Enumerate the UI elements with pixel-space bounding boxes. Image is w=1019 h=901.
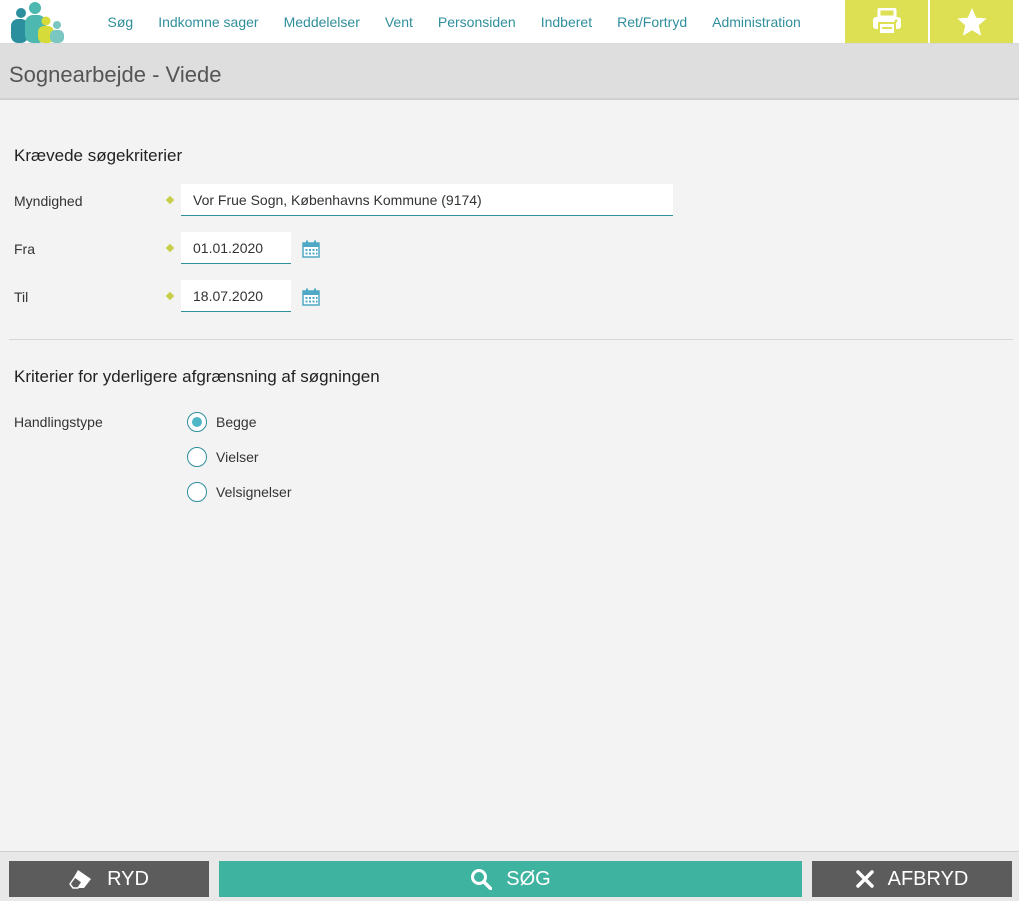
search-button[interactable]: SØG xyxy=(219,861,802,897)
nav-item-messages[interactable]: Meddelelser xyxy=(284,14,360,30)
top-navigation: Søg Indkomne sager Meddelelser Vent Pers… xyxy=(0,0,1019,44)
nav-item-search[interactable]: Søg xyxy=(108,14,134,30)
favorite-button[interactable] xyxy=(930,0,1013,43)
print-button[interactable] xyxy=(845,0,928,43)
nav-item-administration[interactable]: Administration xyxy=(712,14,801,30)
clear-button[interactable]: RYD xyxy=(9,861,209,897)
section-divider xyxy=(9,339,1013,340)
required-marker xyxy=(165,195,175,205)
calendar-icon[interactable] xyxy=(302,240,320,258)
cancel-button[interactable]: AFBRYD xyxy=(812,861,1012,897)
main-nav: Søg Indkomne sager Meddelelser Vent Pers… xyxy=(95,0,813,43)
required-marker xyxy=(165,243,175,253)
radio-option-both[interactable]: Begge xyxy=(187,411,256,433)
star-icon xyxy=(956,7,987,36)
radio-button[interactable] xyxy=(187,447,207,467)
from-date-input[interactable] xyxy=(181,232,291,264)
radio-option-weddings[interactable]: Vielser xyxy=(187,446,259,468)
nav-item-incoming-cases[interactable]: Indkomne sager xyxy=(158,14,258,30)
authority-label: Myndighed xyxy=(14,193,83,209)
radio-option-blessings[interactable]: Velsignelser xyxy=(187,481,292,503)
cancel-button-label: AFBRYD xyxy=(887,867,969,890)
radio-label: Begge xyxy=(216,414,257,430)
close-icon xyxy=(855,870,874,888)
optional-criteria-heading: Kriterier for yderligere afgrænsning af … xyxy=(14,367,380,386)
authority-input[interactable] xyxy=(181,184,673,216)
radio-label: Vielser xyxy=(216,449,259,465)
action-bar: RYD SØG AFBRYD xyxy=(0,851,1019,901)
from-date-label: Fra xyxy=(14,241,35,257)
calendar-icon[interactable] xyxy=(302,288,320,306)
radio-button[interactable] xyxy=(187,482,207,502)
eraser-icon xyxy=(69,870,92,889)
search-button-label: SØG xyxy=(506,867,551,890)
nav-item-waiting[interactable]: Vent xyxy=(385,14,413,30)
clear-button-label: RYD xyxy=(107,867,149,890)
required-marker xyxy=(165,291,175,301)
radio-button[interactable] xyxy=(187,412,207,432)
page-header: Sognearbejde - Viede xyxy=(0,44,1019,100)
print-icon xyxy=(872,7,901,35)
to-date-label: Til xyxy=(14,289,29,305)
search-icon xyxy=(471,869,493,890)
action-type-label: Handlingstype xyxy=(14,414,103,430)
required-criteria-heading: Krævede søgekriterier xyxy=(14,146,183,165)
to-date-input[interactable] xyxy=(181,280,291,312)
app-logo[interactable] xyxy=(8,1,66,43)
nav-item-report[interactable]: Indberet xyxy=(541,14,592,30)
radio-label: Velsignelser xyxy=(216,484,292,500)
page-title: Sognearbejde - Viede xyxy=(9,62,222,87)
nav-item-person-page[interactable]: Personsiden xyxy=(438,14,516,30)
nav-item-edit-undo[interactable]: Ret/Fortryd xyxy=(617,14,687,30)
